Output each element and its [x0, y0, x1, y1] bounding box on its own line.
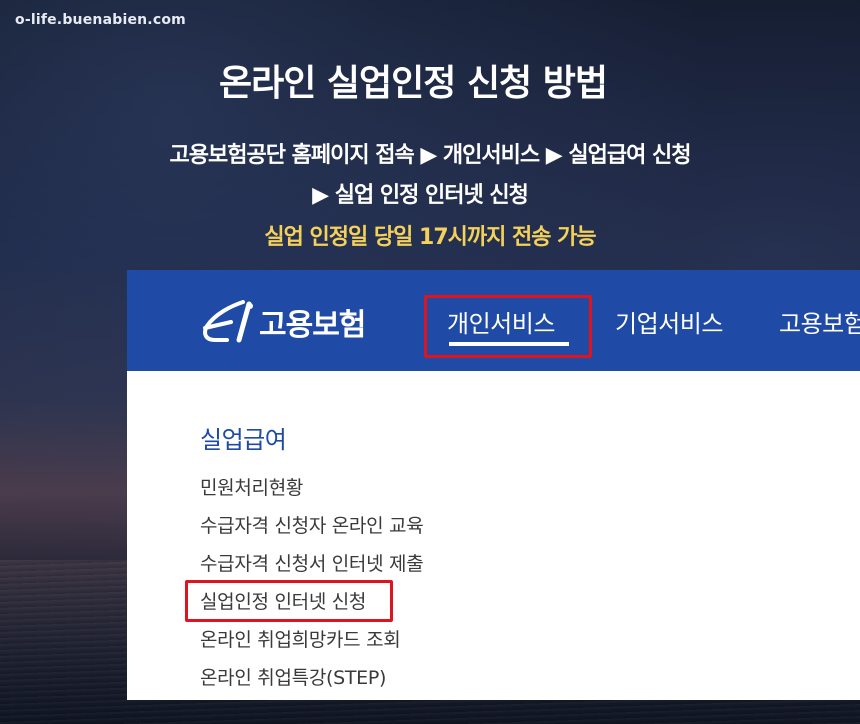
- site-watermark: o-life.buenabien.com: [15, 12, 186, 28]
- nav-business-services[interactable]: 기업서비스: [615, 304, 723, 339]
- deadline-note: 실업 인정일 당일 17시까지 전송 가능: [264, 225, 596, 250]
- website-screenshot: 고용보험 개인서비스 기업서비스 고용보험 실업급여 민원처리현황 수급자격 신…: [127, 270, 860, 700]
- menu-item-online-education[interactable]: 수급자격 신청자 온라인 교육: [200, 513, 424, 551]
- logo-text: 고용보험: [259, 308, 366, 343]
- ei-logo-icon: [203, 300, 253, 343]
- headline: 온라인 실업인정 신청 방법: [219, 63, 608, 104]
- nav-employment-insurance[interactable]: 고용보험: [779, 304, 860, 339]
- menu-item-complaint-status[interactable]: 민원처리현황: [200, 475, 423, 513]
- section-title: 실업급여: [200, 426, 287, 454]
- steps-line-1: 고용보험공단 홈페이지 접속 ▶ 개인서비스 ▶ 실업급여 신청: [169, 143, 692, 168]
- steps-line-2: ▶ 실업 인정 인터넷 신청: [312, 183, 529, 208]
- menu-item-job-hope-card[interactable]: 온라인 취업희망카드 조회: [200, 627, 423, 665]
- menu-highlight-box: [185, 580, 393, 622]
- nav-highlight-box: [424, 295, 592, 358]
- site-logo[interactable]: 고용보험: [197, 300, 366, 344]
- menu-item-job-lecture[interactable]: 온라인 취업특강(STEP): [200, 665, 423, 700]
